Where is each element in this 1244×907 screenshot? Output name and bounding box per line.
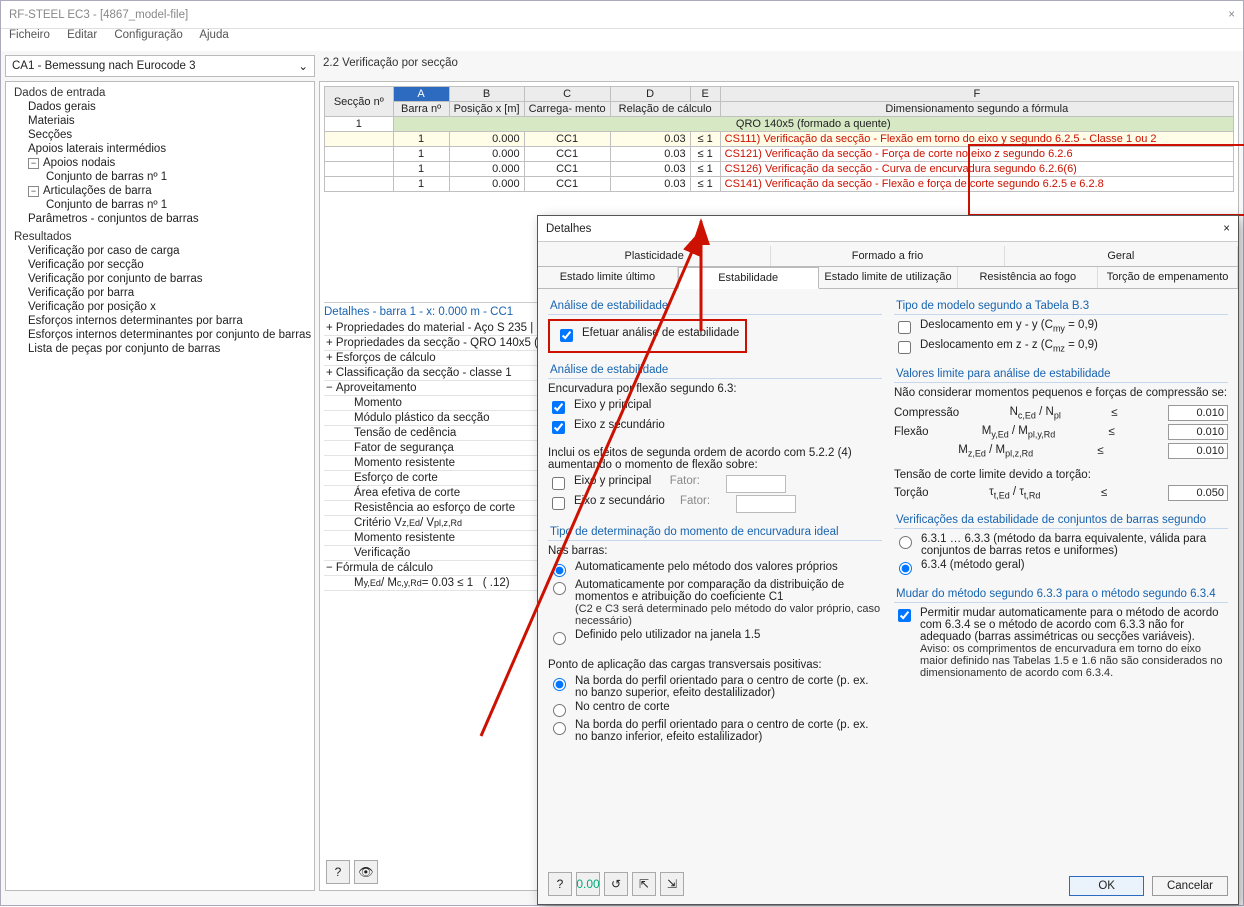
- tree-item[interactable]: Materiais: [10, 114, 310, 128]
- reset-icon[interactable]: ↺: [604, 872, 628, 896]
- tree-item[interactable]: Verificação por secção: [10, 258, 310, 272]
- chk-disp-z[interactable]: Deslocamento em z - z (Cmz = 0,9): [894, 339, 1228, 357]
- chk-axis-y2[interactable]: Eixo y principal Fator:: [548, 475, 882, 493]
- cancel-button[interactable]: Cancelar: [1152, 876, 1228, 896]
- section-row: QRO 140x5 (formado a quente): [393, 117, 1233, 132]
- tree-item[interactable]: Esforços internos determinantes por conj…: [10, 328, 310, 342]
- dialog-titlebar: Detalhes ×: [538, 216, 1238, 242]
- units-icon[interactable]: 0.00: [576, 872, 600, 896]
- col-e[interactable]: E: [690, 87, 720, 102]
- rad-borda1[interactable]: Na borda do perfil orientado para o cent…: [548, 675, 882, 699]
- col-b[interactable]: B: [449, 87, 524, 102]
- tree-item-artic[interactable]: −Articulações de barra: [10, 184, 310, 198]
- rad-631[interactable]: 6.3.1 … 6.3.3 (método da barra equivalen…: [894, 533, 1228, 557]
- help-icon[interactable]: ?: [326, 860, 350, 884]
- rad-borda2[interactable]: Na borda do perfil orientado para o cent…: [548, 719, 882, 743]
- col-d[interactable]: D: [610, 87, 690, 102]
- tree-item[interactable]: Verificação por caso de carga: [10, 244, 310, 258]
- tab-elu[interactable]: Estado limite último: [538, 267, 678, 288]
- tree-item[interactable]: Verificação por posição x: [10, 300, 310, 314]
- menu-file[interactable]: Ficheiro: [9, 29, 50, 41]
- preview-icon[interactable]: 👁: [354, 860, 378, 884]
- tree-item[interactable]: Lista de peças por conjunto de barras: [10, 342, 310, 356]
- tabs-row1: Plasticidade Formado a frio Geral: [538, 246, 1238, 267]
- chk-axis-y[interactable]: Eixo y principal: [548, 399, 882, 417]
- rad-user[interactable]: Definido pelo utilizador na janela 1.5: [548, 629, 882, 645]
- tree-input-root[interactable]: Dados de entrada: [10, 86, 310, 100]
- rad-centro[interactable]: No centro de corte: [548, 701, 882, 717]
- details-dialog: Detalhes × Plasticidade Formado a frio G…: [537, 215, 1239, 905]
- table-row[interactable]: 10.000CC10.03≤ 1 CS111) Verificação da s…: [325, 132, 1234, 147]
- tree-item[interactable]: Secções: [10, 128, 310, 142]
- tab-geral[interactable]: Geral: [1005, 246, 1238, 266]
- rad-auto[interactable]: Automaticamente pelo método dos valores …: [548, 561, 882, 577]
- table-row[interactable]: 10.000CC10.03≤ 1 CS141) Verificação da s…: [325, 177, 1234, 192]
- tree-item[interactable]: Apoios laterais intermédios: [10, 142, 310, 156]
- tab-torcao[interactable]: Torção de empenamento: [1098, 267, 1238, 288]
- ok-button[interactable]: OK: [1069, 876, 1144, 896]
- case-dropdown[interactable]: CA1 - Bemessung nach Eurocode 3 ⌄: [5, 55, 315, 77]
- col-c[interactable]: C: [524, 87, 610, 102]
- chevron-down-icon: ⌄: [298, 59, 308, 73]
- chk-stability[interactable]: Efetuar análise de estabilidade: [556, 327, 739, 345]
- close-icon[interactable]: ×: [1223, 216, 1230, 241]
- tree-item[interactable]: Verificação por conjunto de barras: [10, 272, 310, 286]
- spin-comp[interactable]: 0.010: [1168, 405, 1228, 421]
- table-row[interactable]: 10.000CC10.03≤ 1 CS126) Verificação da s…: [325, 162, 1234, 177]
- tab-estabilidade[interactable]: Estabilidade: [678, 267, 819, 289]
- tree-item[interactable]: Esforços internos determinantes por barr…: [10, 314, 310, 328]
- tab-sls[interactable]: Estado limite de utilização: [819, 267, 959, 288]
- tree-item[interactable]: Conjunto de barras nº 1: [10, 170, 310, 184]
- titlebar: RF-STEEL EC3 - [4867_model-file] ×: [1, 1, 1243, 29]
- close-icon[interactable]: ×: [1228, 1, 1235, 28]
- right-title: 2.2 Verificação por secção: [319, 51, 1243, 81]
- dialog-right-column: Tipo de modelo segundo a Tabela B.3 Desl…: [894, 297, 1228, 849]
- chk-permit-switch[interactable]: Permitir mudar automaticamente para o mé…: [894, 607, 1228, 679]
- table-row[interactable]: 10.000CC10.03≤ 1 CS121) Verificação da s…: [325, 147, 1234, 162]
- tree-results-root[interactable]: Resultados: [10, 230, 310, 244]
- tab-fogo[interactable]: Resistência ao fogo: [958, 267, 1098, 288]
- tree-item[interactable]: Parâmetros - conjuntos de barras: [10, 212, 310, 226]
- chk-axis-z[interactable]: Eixo z secundário: [548, 419, 882, 437]
- dialog-title: Detalhes: [546, 216, 591, 241]
- dialog-iconbar: ? 0.00 ↺ ⇱ ⇲: [548, 872, 684, 896]
- menu-config[interactable]: Configuração: [114, 29, 182, 41]
- design-grid[interactable]: Secção nº A B C D E F Barra nº Posição x…: [324, 86, 1234, 192]
- help-icon[interactable]: ?: [548, 872, 572, 896]
- spin-flex-z[interactable]: 0.010: [1168, 443, 1228, 459]
- tab-plasticidade[interactable]: Plasticidade: [538, 246, 771, 266]
- main-window: RF-STEEL EC3 - [4867_model-file] × Fiche…: [0, 0, 1244, 906]
- collapse-icon[interactable]: −: [28, 158, 39, 169]
- tree-item[interactable]: Conjunto de barras nº 1: [10, 198, 310, 212]
- menubar: Ficheiro Editar Configuração Ajuda: [1, 29, 1243, 51]
- col-a[interactable]: A: [393, 87, 449, 102]
- menu-help[interactable]: Ajuda: [199, 29, 228, 41]
- window-title: RF-STEEL EC3 - [4867_model-file]: [9, 1, 188, 28]
- dialog-left-column: Análise de estabilidade Efetuar análise …: [548, 297, 882, 849]
- rad-compare[interactable]: Automaticamente por comparação da distri…: [548, 579, 882, 627]
- tree-item[interactable]: Dados gerais: [10, 100, 310, 114]
- menu-edit[interactable]: Editar: [67, 29, 97, 41]
- tree-item-nodal[interactable]: −Apoios nodais: [10, 156, 310, 170]
- collapse-icon[interactable]: −: [28, 186, 39, 197]
- spin-flex-y[interactable]: 0.010: [1168, 424, 1228, 440]
- col-sec: Secção nº: [325, 87, 394, 117]
- tree-item[interactable]: Verificação por barra: [10, 286, 310, 300]
- rad-634[interactable]: 6.3.4 (método geral): [894, 559, 1228, 575]
- spin-torsion[interactable]: 0.050: [1168, 485, 1228, 501]
- save-icon[interactable]: ⇲: [660, 872, 684, 896]
- chk-axis-z2[interactable]: Eixo z secundário Fator:: [548, 495, 882, 513]
- col-f[interactable]: F: [720, 87, 1233, 102]
- chk-disp-y[interactable]: Deslocamento em y - y (Cmy = 0,9): [894, 319, 1228, 337]
- tab-formado-frio[interactable]: Formado a frio: [771, 246, 1004, 266]
- tabs-row2: Estado limite último Estabilidade Estado…: [538, 267, 1238, 289]
- load-icon[interactable]: ⇱: [632, 872, 656, 896]
- navigator-tree[interactable]: Dados de entrada Dados gerais Materiais …: [5, 81, 315, 891]
